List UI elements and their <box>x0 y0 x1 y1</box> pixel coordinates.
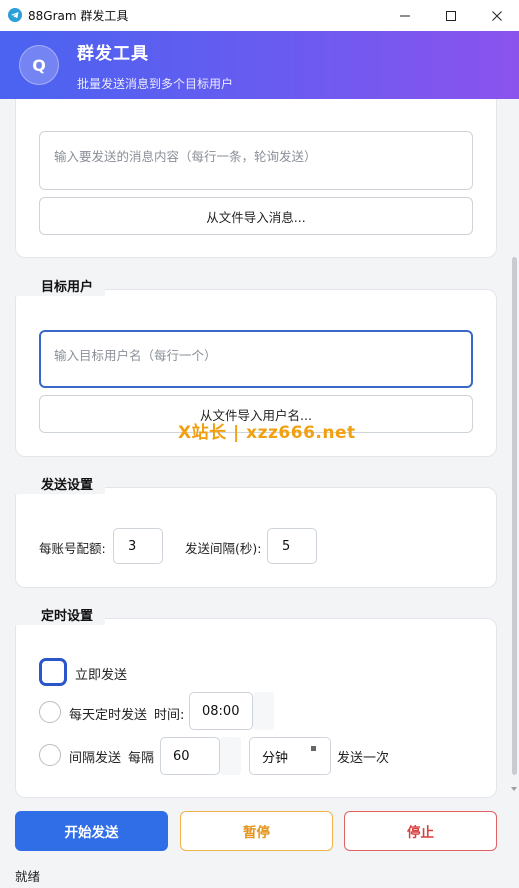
daily-send-label: 每天定时发送 <box>69 708 148 723</box>
page-subtitle: 批量发送消息到多个目标用户 <box>77 77 234 91</box>
interval-unit-value: 分钟 <box>262 750 289 766</box>
app-logo: Q <box>19 45 59 85</box>
title-bar: 88Gram 群发工具 <box>0 0 519 31</box>
interval-seconds-label: 发送间隔(秒): <box>185 541 262 556</box>
send-settings-section-title: 发送设置 <box>15 472 106 494</box>
start-send-button[interactable]: 开始发送 <box>15 811 168 851</box>
window-title: 88Gram 群发工具 <box>28 9 129 23</box>
page-title: 群发工具 <box>77 44 149 64</box>
close-icon <box>492 10 502 21</box>
quota-input[interactable]: 3 <box>113 528 163 564</box>
immediate-send-label: 立即发送 <box>75 668 128 683</box>
app-header: Q 群发工具 批量发送消息到多个目标用户 <box>0 31 519 99</box>
message-input[interactable]: 输入要发送的消息内容（每行一条，轮询发送） <box>39 131 473 190</box>
immediate-send-checkbox[interactable] <box>39 658 67 686</box>
logo-letter: Q <box>32 55 46 75</box>
daily-send-checkbox[interactable] <box>39 701 61 723</box>
dropdown-arrow-icon <box>311 746 316 751</box>
quota-label: 每账号配额: <box>39 541 106 556</box>
target-users-input[interactable]: 输入目标用户名（每行一个） <box>39 330 473 388</box>
telegram-icon <box>8 8 22 22</box>
time-input[interactable]: 08:00 <box>189 692 253 730</box>
scrollbar[interactable] <box>509 99 519 799</box>
time-label: 时间: <box>154 708 185 723</box>
maximize-button[interactable] <box>428 0 474 31</box>
maximize-icon <box>446 10 456 21</box>
interval-unit-select[interactable]: 分钟 <box>249 737 331 775</box>
watermark-text: X站长 | xzz666.net <box>178 423 356 443</box>
close-button[interactable] <box>474 0 519 31</box>
pause-button[interactable]: 暂停 <box>180 811 333 851</box>
minimize-icon <box>400 15 410 16</box>
status-text: 就绪 <box>15 869 41 884</box>
stop-button[interactable]: 停止 <box>344 811 497 851</box>
interval-send-checkbox[interactable] <box>39 744 61 766</box>
every-value-spinner[interactable] <box>220 737 241 775</box>
send-once-label: 发送一次 <box>337 751 390 766</box>
minimize-button[interactable] <box>382 0 428 31</box>
every-value-input[interactable]: 60 <box>160 737 220 775</box>
scroll-down-icon[interactable] <box>511 787 517 791</box>
time-spinner[interactable] <box>253 692 274 730</box>
schedule-section-title: 定时设置 <box>15 603 106 625</box>
import-messages-button[interactable]: 从文件导入消息... <box>39 197 473 235</box>
targets-section-title: 目标用户 <box>15 274 106 296</box>
interval-send-label: 间隔发送 <box>69 751 122 766</box>
every-label: 每隔 <box>128 751 155 766</box>
interval-seconds-input[interactable]: 5 <box>267 528 317 564</box>
scrollbar-thumb[interactable] <box>512 257 517 775</box>
